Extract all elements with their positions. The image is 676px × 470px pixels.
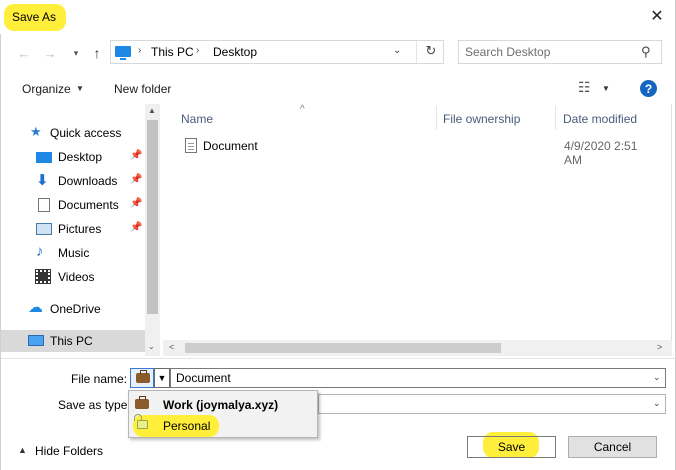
forward-button[interactable]: → [40, 42, 60, 64]
address-bar[interactable]: › This PC › Desktop ⌄ ↻ [110, 40, 444, 64]
menu-item-label: Work (joymalya.xyz) [163, 398, 279, 412]
search-icon: ⚲ [641, 44, 651, 59]
pin-icon[interactable]: 📌 [130, 198, 142, 209]
computer-icon [28, 335, 44, 346]
navigation-pane: ★ Quick access Desktop 📌 ⬇ Downloads 📌 D… [0, 104, 160, 356]
file-date-modified: 4/9/2020 2:51 AM [564, 139, 638, 167]
unlock-icon [134, 414, 148, 429]
up-arrow-icon: ↑ [93, 45, 101, 61]
save-as-type-label: Save as type: [58, 398, 131, 412]
nav-music[interactable]: ♪ Music [0, 242, 145, 264]
pin-icon[interactable]: 📌 [130, 222, 142, 233]
breadcrumb-desktop[interactable]: Desktop [213, 45, 257, 59]
scroll-down-icon[interactable]: ⌄ [148, 342, 155, 351]
save-button[interactable]: Save [467, 436, 556, 458]
file-row[interactable]: Document 4/9/2020 2:51 AM [177, 134, 657, 167]
videos-icon [35, 269, 51, 284]
column-header-date-modified[interactable]: Date modified [563, 112, 637, 126]
toolbar: Organize ▼ New folder ☷ ▼ ? [12, 76, 672, 102]
chevron-down-icon: ▾ [73, 47, 79, 58]
scroll-up-icon[interactable]: ▲ [148, 106, 156, 115]
recent-locations-button[interactable]: ▾ [66, 42, 86, 64]
music-icon: ♪ [36, 243, 44, 260]
file-name-field[interactable]: ⌄ [170, 368, 666, 388]
close-button[interactable]: ✕ [646, 6, 668, 26]
this-pc-icon [115, 46, 131, 60]
cloud-icon: ☁ [28, 299, 43, 316]
search-box[interactable]: ⚲ [458, 40, 662, 64]
nav-desktop[interactable]: Desktop 📌 [0, 146, 145, 168]
chevron-down-icon[interactable]: ⌄ [653, 398, 661, 409]
pin-icon[interactable]: 📌 [130, 174, 142, 185]
briefcase-icon [136, 370, 150, 383]
nav-pictures[interactable]: Pictures 📌 [0, 218, 145, 240]
refresh-icon[interactable]: ↻ [421, 43, 441, 61]
protection-menu: Work (joymalya.xyz) Personal [128, 390, 318, 438]
nav-videos[interactable]: Videos [0, 266, 145, 288]
nav-documents[interactable]: Documents 📌 [0, 194, 145, 216]
sort-ascending-icon: ^ [300, 104, 305, 115]
chevron-right-icon: › [138, 45, 142, 56]
menu-item-label: Personal [163, 419, 211, 433]
save-as-type-select[interactable]: ⌄ [318, 394, 666, 414]
back-arrow-icon: ← [17, 45, 31, 61]
pane-border [671, 104, 672, 356]
pictures-icon [36, 223, 52, 235]
nav-onedrive[interactable]: ☁ OneDrive [0, 298, 145, 320]
briefcase-icon [135, 396, 149, 409]
back-button[interactable]: ← [14, 42, 34, 64]
nav-downloads[interactable]: ⬇ Downloads 📌 [0, 170, 145, 192]
organize-button[interactable]: Organize [22, 82, 71, 96]
file-list: ^ Name File ownership Date modified Docu… [163, 104, 672, 356]
up-button[interactable]: ↑ [87, 42, 107, 64]
protection-dropdown-button[interactable]: ▼ [154, 368, 170, 388]
column-header-file-ownership[interactable]: File ownership [443, 112, 520, 126]
column-divider[interactable] [436, 106, 437, 130]
nav-scrollbar[interactable]: ▲ ⌄ [145, 104, 160, 356]
cancel-button[interactable]: Cancel [568, 436, 657, 458]
new-folder-button[interactable]: New folder [114, 82, 171, 96]
download-icon: ⬇ [36, 172, 49, 189]
title-bar [0, 0, 676, 34]
view-options-icon[interactable]: ☷ [578, 79, 591, 96]
window-title: Save As [12, 10, 57, 24]
menu-item-personal[interactable]: Personal [129, 414, 317, 437]
dropdown-arrow-icon: ▼ [157, 373, 167, 383]
address-dropdown-icon[interactable]: ⌄ [393, 45, 401, 56]
star-icon: ★ [30, 124, 42, 139]
organize-dropdown-icon[interactable]: ▼ [76, 84, 84, 93]
view-dropdown-icon[interactable]: ▼ [602, 84, 610, 93]
document-file-icon [185, 138, 197, 153]
scroll-left-icon[interactable]: < [169, 342, 174, 352]
chevron-right-icon: › [196, 45, 200, 56]
column-header-name[interactable]: Name [181, 112, 213, 126]
desktop-icon [36, 152, 52, 163]
forward-arrow-icon: → [43, 45, 57, 61]
menu-item-work[interactable]: Work (joymalya.xyz) [129, 395, 317, 415]
help-icon[interactable]: ? [640, 80, 657, 97]
breadcrumb-this-pc[interactable]: This PC [151, 45, 194, 59]
file-name: Document [203, 139, 258, 153]
nav-this-pc[interactable]: This PC [0, 330, 145, 352]
column-divider[interactable] [555, 106, 556, 130]
scroll-right-icon[interactable]: > [657, 342, 662, 352]
chevron-up-icon: ▲ [18, 445, 27, 455]
documents-icon [38, 198, 50, 212]
file-name-input[interactable] [176, 371, 636, 385]
nav-scroll-thumb[interactable] [147, 120, 158, 314]
window-border [0, 34, 1, 470]
horizontal-scrollbar[interactable]: < > [163, 340, 672, 356]
search-input[interactable] [465, 45, 635, 59]
chevron-down-icon[interactable]: ⌄ [653, 372, 661, 383]
file-name-label: File name: [71, 372, 128, 386]
close-icon: ✕ [650, 8, 664, 25]
horizontal-scroll-thumb[interactable] [185, 343, 501, 353]
hide-folders-label: Hide Folders [35, 444, 104, 458]
divider [0, 358, 676, 359]
pin-icon[interactable]: 📌 [130, 150, 142, 161]
protection-button[interactable] [130, 368, 154, 388]
address-divider [416, 41, 417, 63]
nav-quick-access[interactable]: ★ Quick access [0, 122, 145, 144]
